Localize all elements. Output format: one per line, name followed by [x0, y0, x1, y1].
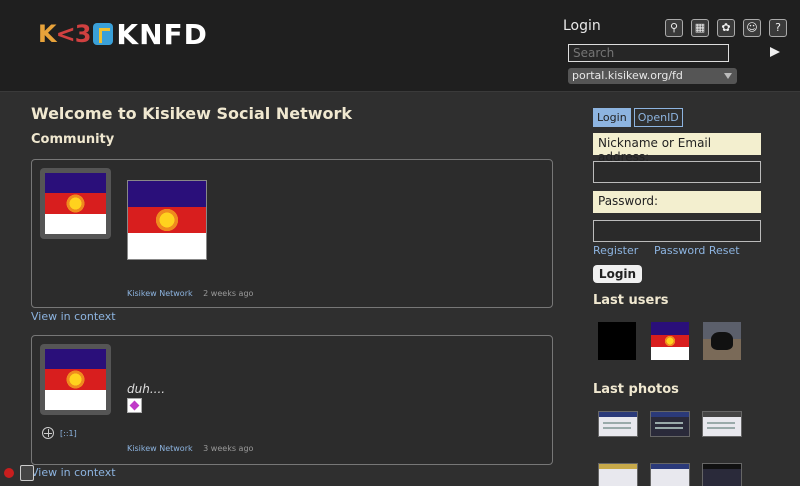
flag-image [45, 173, 106, 234]
user-avatar[interactable] [598, 322, 636, 360]
tab-login[interactable]: Login [593, 108, 631, 127]
nickname-label: Nickname or Email address: [593, 133, 761, 164]
brand-name: KNFD [116, 17, 208, 51]
post-avatar[interactable] [40, 344, 111, 415]
logo-f-icon [93, 23, 114, 45]
flag-icon[interactable] [20, 465, 34, 481]
login-button[interactable]: Login [593, 265, 642, 283]
photo-thumbnail[interactable] [598, 411, 638, 437]
flag-image [128, 181, 206, 259]
flag-image [651, 322, 689, 360]
photo-thumbnail[interactable] [702, 463, 742, 486]
register-link[interactable]: Register [593, 244, 638, 257]
settings-icon[interactable]: ✿ [717, 19, 735, 37]
photo-thumbnail[interactable] [702, 411, 742, 437]
top-navbar: K<3 KNFD Login ⚲ ▦ ✿ ☺ ? portal.kisikew.… [0, 0, 800, 92]
password-label: Password: [593, 191, 761, 213]
expand-icon[interactable] [42, 427, 54, 439]
contacts-icon[interactable]: ▦ [691, 19, 709, 37]
post-meta: Kisikew Network 3 weeks ago [127, 444, 253, 453]
last-users-title: Last users [593, 293, 669, 308]
post-time: 3 weeks ago [203, 444, 254, 453]
nickname-field[interactable] [593, 161, 761, 183]
user-avatar[interactable] [651, 322, 689, 360]
post-avatar[interactable] [40, 168, 111, 239]
post-text: duh.... [127, 382, 166, 396]
post-card: Kisikew Network 2 weeks ago [31, 159, 553, 308]
photo-thumbnail[interactable] [598, 463, 638, 486]
nav-icon-bar: ⚲ ▦ ✿ ☺ ? [665, 19, 787, 37]
flag-image [45, 349, 106, 410]
post-author-link[interactable]: Kisikew Network [127, 289, 193, 298]
last-photos-title: Last photos [593, 382, 679, 397]
post-meta: Kisikew Network 2 weeks ago [127, 289, 253, 298]
bottom-toolbar [4, 465, 34, 481]
search-input[interactable] [568, 44, 729, 62]
user-avatar[interactable] [703, 322, 741, 360]
photo-thumbnail[interactable] [650, 411, 690, 437]
post-tool-label[interactable]: [::1] [60, 429, 77, 438]
post-card: duh.... [::1] Kisikew Network 3 weeks ag… [31, 335, 553, 465]
section-title: Community [31, 132, 115, 147]
nav-login-link[interactable]: Login [563, 18, 601, 34]
photo-thumbnail[interactable] [650, 463, 690, 486]
tab-openid[interactable]: OpenID [633, 108, 683, 127]
page-title: Welcome to Kisikew Social Network [31, 104, 353, 123]
post-tools: [::1] [42, 427, 77, 439]
chevron-down-icon [724, 73, 732, 79]
view-in-context-link[interactable]: View in context [31, 466, 116, 479]
bug-icon[interactable] [4, 468, 14, 478]
post-author-link[interactable]: Kisikew Network [127, 444, 193, 453]
portal-select[interactable]: portal.kisikew.org/fd [568, 68, 737, 84]
post-attachment-icon[interactable] [127, 398, 142, 413]
search-icon[interactable]: ⚲ [665, 19, 683, 37]
search-submit-icon[interactable] [770, 47, 780, 57]
site-logo[interactable]: K<3 KNFD [38, 17, 208, 51]
password-reset-link[interactable]: Password Reset [654, 244, 740, 257]
password-field[interactable] [593, 220, 761, 242]
portal-select-value: portal.kisikew.org/fd [572, 69, 683, 82]
login-tabs: Login OpenID [593, 108, 683, 127]
post-time: 2 weeks ago [203, 289, 254, 298]
help-icon[interactable]: ? [769, 19, 787, 37]
community-icon[interactable]: ☺ [743, 19, 761, 37]
logo-mark: K<3 [38, 20, 91, 48]
view-in-context-link[interactable]: View in context [31, 310, 116, 323]
post-image[interactable] [127, 180, 207, 260]
